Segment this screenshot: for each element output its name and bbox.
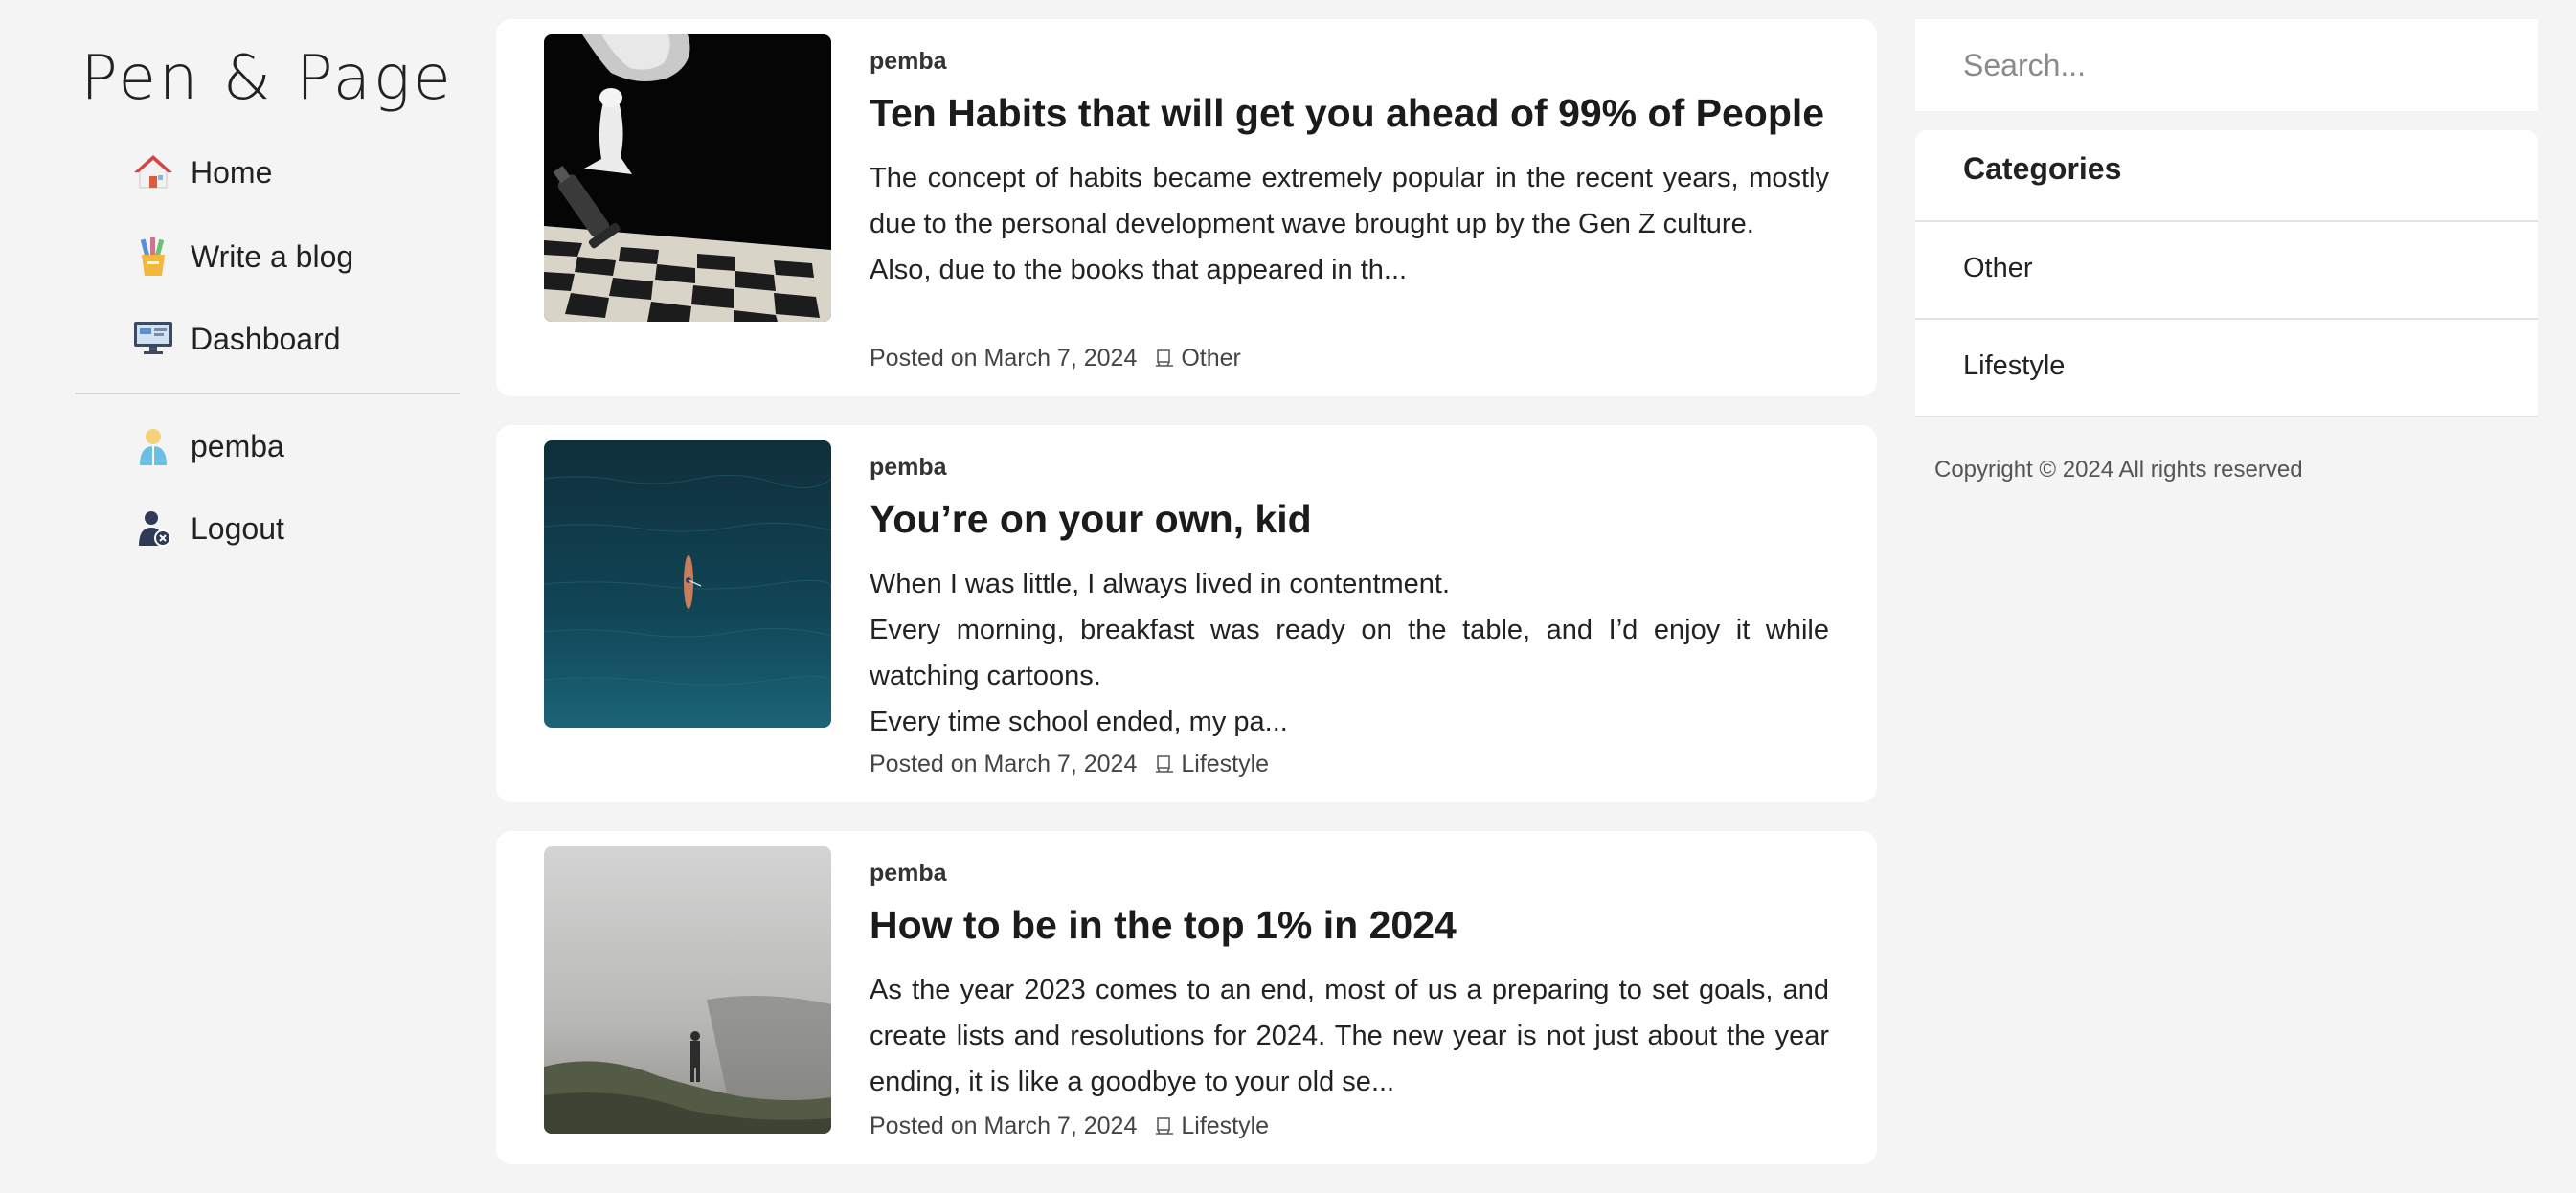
categories-heading: Categories xyxy=(1963,151,2122,186)
post-thumbnail[interactable] xyxy=(544,34,831,322)
category-label: Lifestyle xyxy=(1963,350,2066,381)
post-excerpt: The concept of habits became extremely p… xyxy=(870,155,1829,293)
person-in-fog-photo xyxy=(544,846,831,1134)
chess-pieces-photo xyxy=(544,34,831,322)
nav-dashboard-label: Dashboard xyxy=(191,321,341,356)
nav-home-label: Home xyxy=(191,154,273,190)
post-title[interactable]: You’re on your own, kid xyxy=(870,497,1312,542)
post-meta: Posted on March 7, 2024 Lifestyle xyxy=(870,1113,1269,1140)
post-title[interactable]: Ten Habits that will get you ahead of 99… xyxy=(870,91,1824,136)
post-date: Posted on March 7, 2024 xyxy=(870,751,1138,777)
user-icon xyxy=(132,425,174,467)
excerpt-line: The concept of habits became extremely p… xyxy=(870,163,1829,239)
post-date: Posted on March 7, 2024 xyxy=(870,345,1138,371)
post-card[interactable]: pemba Ten Habits that will get you ahead… xyxy=(496,19,1877,396)
post-date: Posted on March 7, 2024 xyxy=(870,1113,1138,1139)
nav-logout[interactable]: Logout xyxy=(132,500,284,557)
post-author[interactable]: pemba xyxy=(870,454,947,482)
pencil-cup-icon xyxy=(132,236,174,278)
excerpt-line: When I was little, I always lived in con… xyxy=(870,569,1451,599)
nav-logout-label: Logout xyxy=(191,510,284,546)
post-category-link[interactable]: Lifestyle xyxy=(1181,1113,1269,1140)
category-item-other[interactable]: Other xyxy=(1915,220,2538,318)
nav-dashboard[interactable]: Dashboard xyxy=(132,310,341,368)
category-label: Other xyxy=(1963,253,2033,283)
nav-write-blog-label: Write a blog xyxy=(191,238,354,274)
monitor-icon xyxy=(132,318,174,360)
excerpt-line: Also, due to the books that appeared in … xyxy=(870,255,1408,285)
post-excerpt: When I was little, I always lived in con… xyxy=(870,561,1829,745)
post-category-link[interactable]: Other xyxy=(1181,345,1241,372)
category-item-lifestyle[interactable]: Lifestyle xyxy=(1915,318,2538,416)
category-icon xyxy=(1154,349,1175,370)
copyright-text: Copyright © 2024 All rights reserved xyxy=(1934,457,2303,483)
post-meta: Posted on March 7, 2024 Lifestyle xyxy=(870,751,1269,778)
category-icon xyxy=(1154,754,1175,776)
post-thumbnail[interactable] xyxy=(544,846,831,1134)
post-meta: Posted on March 7, 2024 Other xyxy=(870,345,1241,372)
nav-user-profile[interactable]: pemba xyxy=(132,417,284,475)
post-thumbnail[interactable] xyxy=(544,440,831,728)
user-logout-icon xyxy=(132,507,174,550)
categories-bottom-border xyxy=(1915,416,2538,417)
house-icon xyxy=(132,151,174,193)
nav-home[interactable]: Home xyxy=(132,144,272,201)
nav-user-label: pemba xyxy=(191,428,284,463)
post-excerpt: As the year 2023 comes to an end, most o… xyxy=(870,967,1829,1105)
excerpt-line: As the year 2023 comes to an end, most o… xyxy=(870,975,1829,1097)
search-input[interactable] xyxy=(1915,19,2538,111)
excerpt-line: Every time school ended, my pa... xyxy=(870,707,1288,737)
excerpt-line: Every morning, breakfast was ready on th… xyxy=(870,615,1829,691)
nav-write-blog[interactable]: Write a blog xyxy=(132,228,353,285)
category-icon xyxy=(1154,1116,1175,1137)
post-card[interactable]: pemba You’re on your own, kid When I was… xyxy=(496,425,1877,802)
categories-panel: Categories Other Lifestyle xyxy=(1915,130,2538,417)
post-title[interactable]: How to be in the top 1% in 2024 xyxy=(870,903,1457,948)
post-author[interactable]: pemba xyxy=(870,860,947,888)
site-logo[interactable]: Pen & Page xyxy=(75,42,460,115)
sidebar-divider xyxy=(75,393,460,394)
post-category-link[interactable]: Lifestyle xyxy=(1181,751,1269,778)
kayak-on-ocean-photo xyxy=(544,440,831,728)
post-author[interactable]: pemba xyxy=(870,48,947,76)
post-card[interactable]: pemba How to be in the top 1% in 2024 As… xyxy=(496,831,1877,1164)
